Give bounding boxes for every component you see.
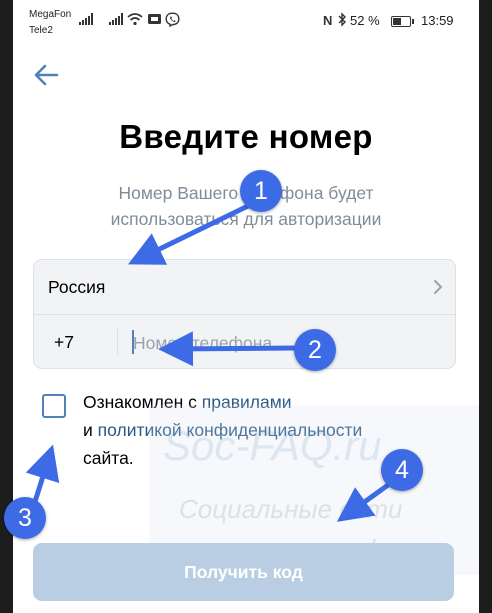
privacy-policy-link[interactable]: политикой конфиденциальности (98, 420, 363, 440)
back-button[interactable] (31, 60, 61, 90)
phone-screen: MegaFon Tele2 N 52 % 13:59 Введите номер… (13, 0, 479, 613)
watermark-tagline: Социальные сети (179, 494, 403, 524)
terms-text-part: и (83, 420, 93, 440)
country-selector[interactable]: Россия (34, 260, 455, 315)
nfc-icon: N (323, 13, 333, 28)
battery-percentage: 52 % (350, 13, 380, 28)
text-cursor (132, 330, 134, 354)
bluetooth-icon (338, 12, 346, 27)
message-icon (148, 14, 161, 24)
page-title: Введите номер (119, 118, 373, 155)
clock: 13:59 (421, 13, 454, 28)
divider (117, 328, 118, 355)
phone-row: +7 (34, 315, 455, 368)
viber-icon (165, 12, 180, 27)
battery-icon (391, 16, 414, 27)
country-name: Россия (48, 277, 106, 297)
country-code: +7 (54, 332, 74, 352)
rules-link[interactable]: правилами (202, 392, 292, 412)
phone-form: Россия +7 (33, 259, 456, 369)
page-subtitle: Номер Вашего телефона будет использовать… (110, 183, 382, 229)
terms-checkbox[interactable] (42, 394, 66, 418)
status-bar: MegaFon Tele2 N 52 % 13:59 (13, 0, 479, 40)
carrier-name-primary: MegaFon (29, 9, 72, 20)
chevron-right-icon (434, 280, 443, 294)
terms-text-part: сайта. (83, 448, 134, 468)
arrow-left-icon (34, 64, 59, 86)
terms-text-part: Ознакомлен с (83, 392, 197, 412)
terms-text: Ознакомлен с правилами и политикой конфи… (83, 388, 463, 472)
wifi-icon (127, 13, 143, 26)
get-code-button[interactable]: Получить код (33, 543, 454, 601)
signal-icon (79, 13, 93, 25)
phone-input[interactable] (131, 324, 435, 362)
signal-icon (109, 13, 123, 25)
carrier-name-secondary: Tele2 (29, 25, 53, 36)
